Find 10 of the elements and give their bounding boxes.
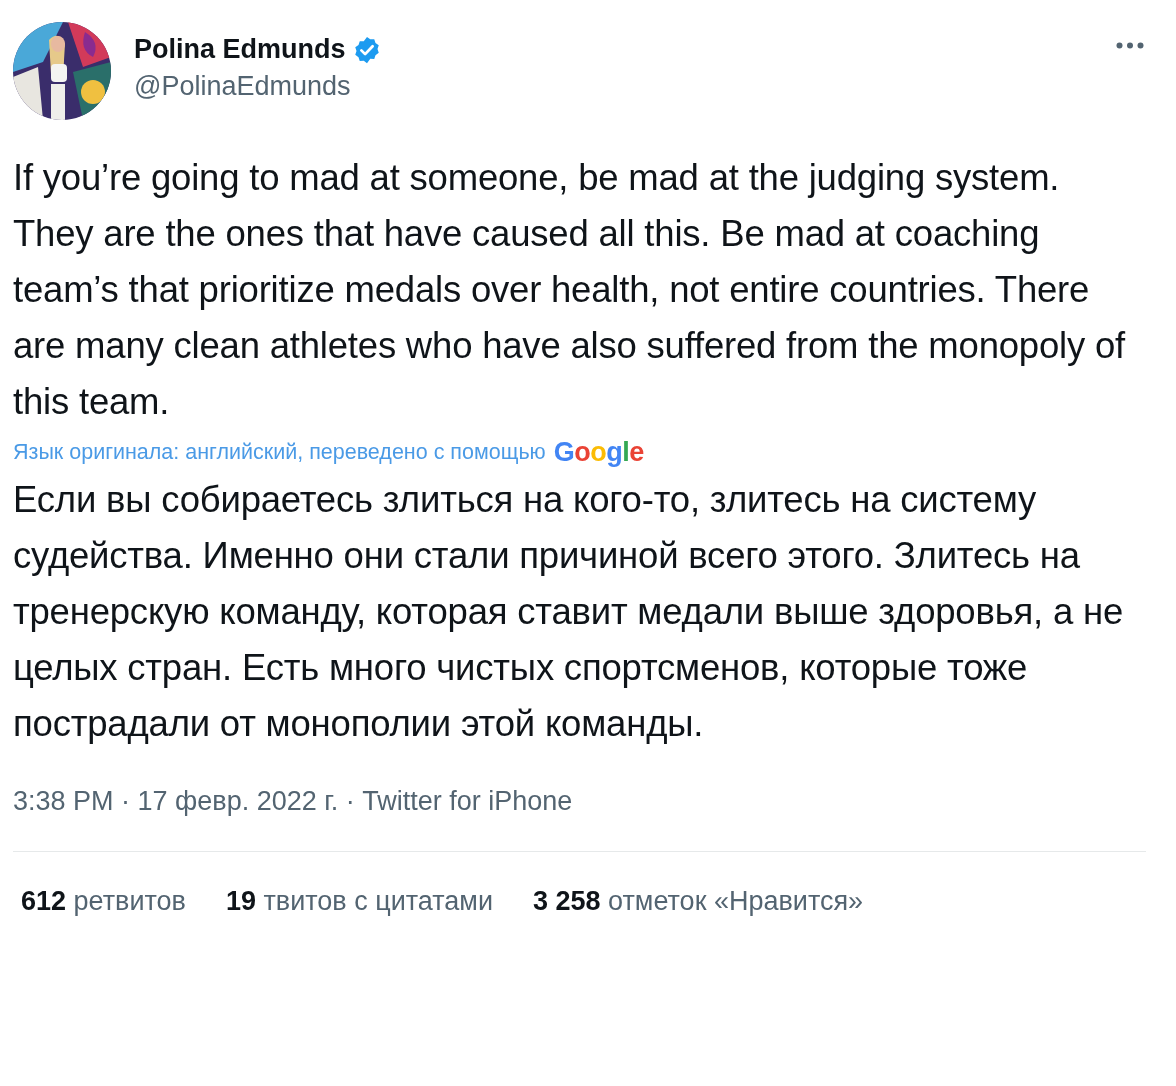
stat-link[interactable]: 3 258 отметок «Нравится» [533, 886, 864, 916]
stat-link[interactable]: 19 твитов с цитатами [225, 886, 493, 916]
more-icon[interactable] [1116, 42, 1144, 49]
stat-link[interactable]: 612 ретвитов [21, 886, 186, 916]
tweet-text: If you’re going to mad at someone, be mad at the judging system. They are the ones that have caused all this. Be mad at coaching team’s that prioritize medals over health, not entire countries. There are many clean athletes who have also suffered from the monopoly of this team. [13, 156, 1127, 424]
google-logo: Google [553, 436, 644, 468]
translated-text: Если вы собираетесь злиться на кого-то, злитесь на систему судейства. Именно они стали причиной всего этого. Злитесь на тренерскую команду, которая ставит медали выше здоровья, а не целых стран. Есть много чистых спортсменов, которые тоже пострадали от монополии этой команды. [13, 478, 1124, 746]
author-name[interactable]: Polina Edmunds [134, 34, 346, 65]
tweet-timestamp[interactable]: 3:38 PM · 17 февр. 2022 г. · Twitter for iPhone [13, 786, 1146, 817]
author-handle[interactable]: @PolinaEdmunds [134, 71, 1093, 102]
